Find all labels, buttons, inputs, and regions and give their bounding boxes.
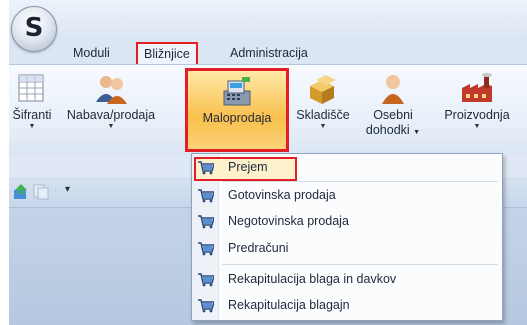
menu-item-rekapitulacija-blagajn[interactable]: Rekapitulacija blagajn: [192, 295, 502, 317]
cart-icon: [198, 242, 215, 256]
dropdown-arrow-icon: ▼: [28, 123, 36, 130]
person-icon: [376, 72, 410, 106]
copy-icon[interactable]: [33, 184, 49, 203]
cart-icon: [198, 299, 215, 313]
ribbon-label: Nabava/prodaja: [66, 108, 156, 122]
ribbon-label: Proizvodnja: [444, 108, 510, 122]
upload-icon[interactable]: [13, 184, 31, 203]
menu-separator: [222, 181, 498, 182]
dropdown-arrow-icon: ▼: [319, 123, 327, 130]
customize-dropdown-icon[interactable]: ▾: [65, 184, 70, 195]
cart-icon: [198, 189, 215, 203]
boxes-icon: [306, 72, 340, 106]
separator-icon: ·: [54, 186, 57, 195]
app-logo: S: [24, 13, 44, 43]
menu-item-label: Rekapitulacija blaga in davkov: [228, 272, 397, 286]
menu-item-label: Rekapitulacija blagajn: [228, 298, 350, 312]
ribbon-label: Maloprodaja: [202, 111, 272, 125]
cart-icon: [198, 161, 215, 175]
menu-item-negotovinska-prodaja[interactable]: Negotovinska prodaja: [192, 211, 502, 233]
menu-item-predracuni[interactable]: Predračuni: [192, 238, 502, 260]
title-bar: [9, 0, 527, 38]
table-grid-icon: [15, 72, 49, 106]
ribbon-label: Osebni: [373, 108, 413, 122]
menu-separator: [222, 264, 498, 265]
menu-item-gotovinska-prodaja[interactable]: Gotovinska prodaja: [192, 185, 502, 207]
ribbon-button-nabava-prodaja[interactable]: Nabava/prodaja ▼: [61, 72, 161, 131]
ribbon-button-sifranti[interactable]: Šifranti ▼: [9, 72, 56, 131]
application-button[interactable]: S: [11, 6, 57, 52]
people-icon: [94, 72, 128, 106]
menu-item-label: Prejem: [228, 160, 268, 174]
menu-item-prejem[interactable]: Prejem: [192, 157, 502, 181]
maloprodaja-dropdown-menu: Prejem Gotovinska prodaja Negotovinska p…: [191, 153, 503, 321]
dropdown-arrow-icon: ▼: [107, 123, 115, 130]
ribbon-button-proizvodnja[interactable]: Proizvodnja ▼: [439, 72, 515, 131]
ribbon-label: Skladišče: [296, 108, 350, 122]
ribbon-button-maloprodaja[interactable]: Maloprodaja: [185, 68, 289, 152]
tab-administracija[interactable]: Administracija: [230, 44, 308, 62]
menu-item-label: Gotovinska prodaja: [228, 188, 336, 202]
cart-icon: [198, 273, 215, 287]
cart-icon: [198, 215, 215, 229]
ribbon-label-line2: dohodki ▼: [365, 123, 421, 137]
menu-item-label: Predračuni: [228, 241, 289, 255]
ribbon-label: Šifranti: [12, 108, 52, 122]
app-window: S Moduli Bližnjice Administracija Šifran…: [9, 0, 527, 325]
factory-icon: [460, 72, 494, 106]
menu-item-rekapitulacija-blaga-in-davkov[interactable]: Rekapitulacija blaga in davkov: [192, 269, 502, 291]
ribbon-button-skladisce[interactable]: Skladišče ▼: [290, 72, 356, 131]
ribbon-button-osebni-dohodki[interactable]: Osebni dohodki ▼: [359, 72, 427, 140]
tab-moduli[interactable]: Moduli: [73, 44, 110, 62]
menu-item-label: Negotovinska prodaja: [228, 214, 349, 228]
cash-register-icon: [220, 75, 254, 109]
dropdown-arrow-icon: ▼: [473, 123, 481, 130]
tab-bliznjice[interactable]: Bližnjice: [136, 42, 198, 66]
